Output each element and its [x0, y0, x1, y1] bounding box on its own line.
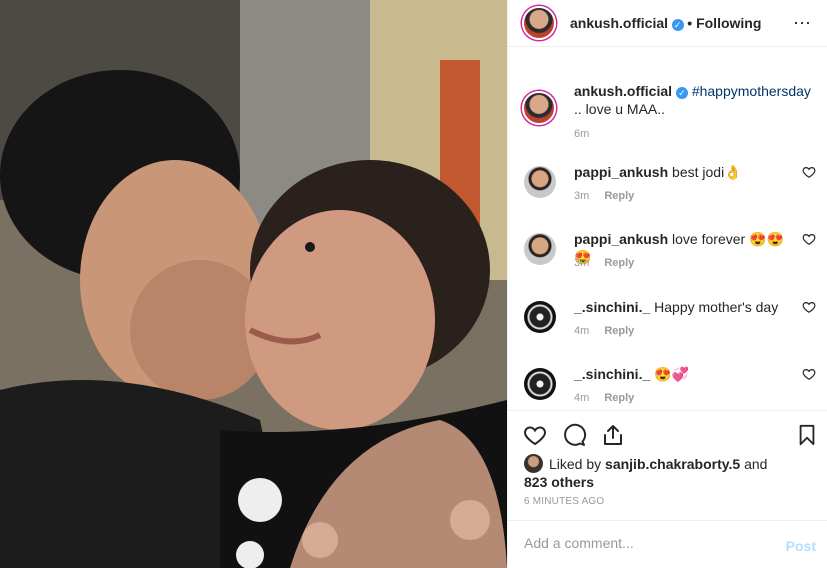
comment-username[interactable]: pappi_ankush — [574, 231, 668, 247]
likes-summary: Liked by sanjib.chakraborty.5 and 823 ot… — [524, 454, 814, 491]
header-user-row: ankush.official ✓ • Following — [570, 15, 761, 31]
commenter-avatar[interactable] — [524, 233, 556, 265]
comment-input[interactable] — [524, 535, 764, 551]
comment-time: 4m — [574, 392, 590, 404]
comment-body: _.sinchini._ 😍💞 — [574, 365, 794, 383]
comment-info: 3m Reply — [574, 257, 634, 269]
comment-info: 3m Reply — [574, 190, 634, 202]
save-bookmark-icon[interactable] — [796, 423, 818, 447]
comment-time: 3m — [574, 257, 590, 269]
post-header: ankush.official ✓ • Following ⋯ — [508, 0, 827, 47]
comment-username[interactable]: _.sinchini._ — [574, 366, 650, 382]
author-avatar[interactable] — [522, 6, 556, 40]
comment-username[interactable]: pappi_ankush — [574, 164, 668, 180]
post-comment-button[interactable]: Post — [786, 538, 816, 554]
comment-body: _.sinchini._ Happy mother's day — [574, 298, 794, 316]
like-comment-heart-icon[interactable] — [802, 300, 816, 314]
caption-username[interactable]: ankush.official — [574, 83, 672, 99]
commenter-avatar[interactable] — [524, 368, 556, 400]
comment-time: 4m — [574, 325, 590, 337]
comment-body: pappi_ankush best jodi👌 — [574, 163, 794, 181]
caption-hashtag[interactable]: #happymothersday — [692, 83, 811, 99]
reply-button[interactable]: Reply — [604, 257, 634, 269]
comment-time: 3m — [574, 190, 590, 202]
following-button[interactable]: • Following — [687, 15, 761, 31]
post-photo[interactable] — [0, 0, 507, 568]
liker-avatar[interactable] — [524, 454, 543, 473]
caption-time: 6m — [574, 128, 590, 140]
like-comment-heart-icon[interactable] — [802, 165, 816, 179]
commenter-avatar[interactable] — [524, 301, 556, 333]
action-bar — [508, 410, 827, 454]
comment-bubble-icon[interactable] — [561, 423, 587, 447]
likes-prefix: Liked by — [549, 456, 602, 472]
comment-info: 4m Reply — [574, 325, 634, 337]
comment-text: Happy mother's day — [654, 299, 779, 315]
comment-composer: Post — [508, 520, 827, 568]
reply-button[interactable]: Reply — [604, 325, 634, 337]
commenter-avatar[interactable] — [524, 166, 556, 198]
comment-item: pappi_ankush love forever 😍😍😍 3m Reply — [522, 229, 822, 289]
caption-avatar[interactable] — [522, 91, 556, 125]
caption-text: .. love u MAA.. — [574, 101, 666, 117]
comment-item: _.sinchini._ Happy mother's day 4m Reply — [522, 297, 822, 357]
like-comment-heart-icon[interactable] — [802, 367, 816, 381]
author-username[interactable]: ankush.official — [570, 15, 668, 31]
comment-text: 😍💞 — [654, 366, 690, 382]
likes-and: and — [744, 456, 768, 472]
share-icon[interactable] — [600, 423, 626, 447]
like-comment-heart-icon[interactable] — [802, 232, 816, 246]
comment-info: 4m Reply — [574, 392, 634, 404]
post-detail-panel: ankush.official ✓ • Following ⋯ ankush.o… — [507, 0, 827, 568]
more-options-icon[interactable]: ⋯ — [793, 13, 812, 34]
comment-text: best jodi👌 — [672, 164, 742, 180]
verified-badge-icon: ✓ — [671, 19, 684, 31]
caption-text-block: ankush.official ✓ #happymothersday .. lo… — [574, 82, 814, 118]
comment-username[interactable]: _.sinchini._ — [574, 299, 650, 315]
comment-item: pappi_ankush best jodi👌 3m Reply — [522, 162, 822, 222]
photo-illustration — [0, 0, 507, 568]
reply-button[interactable]: Reply — [604, 190, 634, 202]
post-timestamp: 6 MINUTES AGO — [524, 496, 605, 507]
likes-others[interactable]: 823 others — [524, 474, 594, 490]
like-heart-icon[interactable] — [522, 423, 548, 447]
verified-badge-icon: ✓ — [675, 87, 688, 99]
liker-username[interactable]: sanjib.chakraborty.5 — [605, 456, 740, 472]
reply-button[interactable]: Reply — [604, 392, 634, 404]
